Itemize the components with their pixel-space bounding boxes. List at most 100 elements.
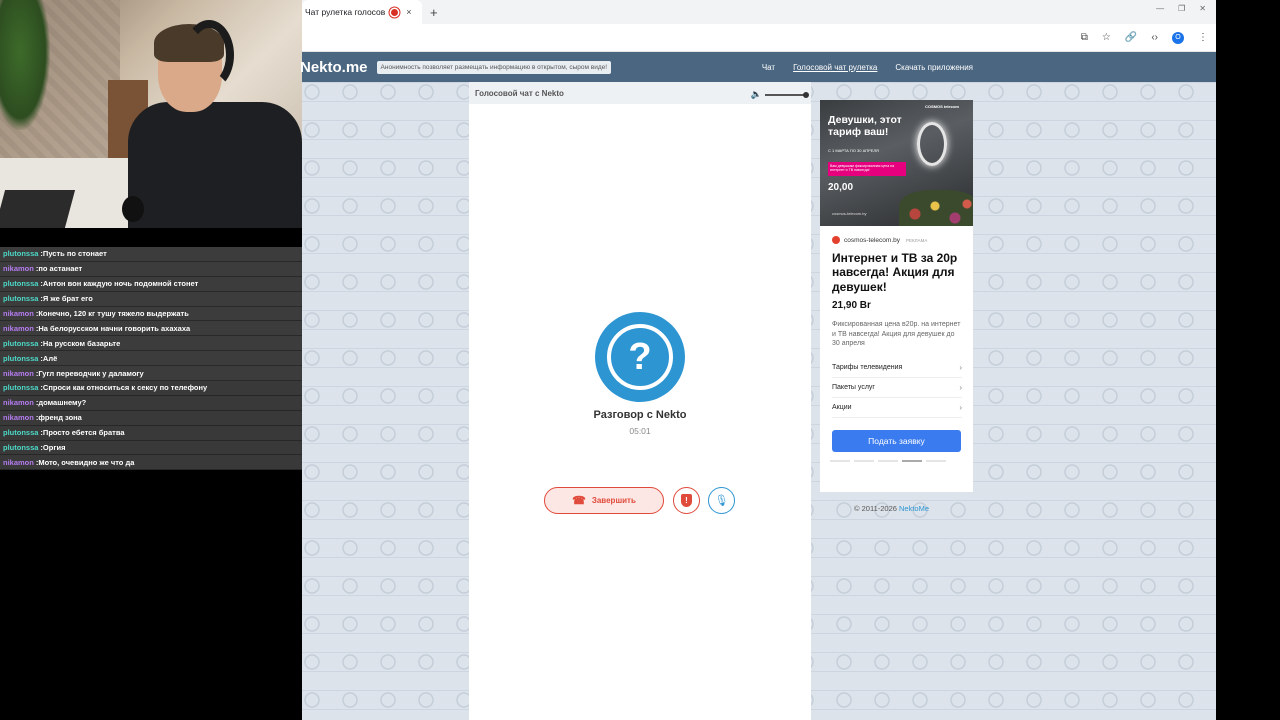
ad-source-domain: cosmos-telecom.by — [844, 236, 900, 244]
chat-username: nikamon — [3, 368, 34, 378]
question-mark-icon: ? — [607, 324, 673, 390]
chat-message: nikamon: Конечно, 120 кг тушу тяжело выд… — [0, 306, 302, 322]
menu-kebab-icon[interactable]: ⋮ — [1198, 32, 1208, 43]
ad-price: 21,90 Br — [832, 300, 871, 312]
infinity-ring-graphic — [917, 122, 947, 166]
chat-username: plutonssa — [3, 353, 39, 363]
chat-text: Пусть по стонает — [42, 249, 107, 259]
stream-chat: plutonssa: Пусть по стонает nikamon: по а… — [0, 247, 302, 471]
panel-header: Голосовой чат с Nekto 🔈 — [469, 82, 811, 104]
ad-source-logo-icon — [832, 236, 840, 244]
ad-image-pink-banner: Вам девушкам фиксированная цена на интер… — [828, 162, 906, 176]
chat-username: nikamon — [3, 457, 34, 467]
share-link-icon[interactable]: 🔗 — [1125, 32, 1137, 43]
chat-text: На белорусском начни говорить ахахаха — [38, 323, 191, 333]
ad-description: Фиксированная цена в20р. на интернет и Т… — [832, 321, 961, 348]
ad-submit-button[interactable]: Подать заявку — [832, 430, 961, 453]
tab-close-icon[interactable]: × — [406, 7, 411, 17]
volume-control[interactable]: 🔈 — [751, 89, 809, 100]
chat-username: plutonssa — [3, 294, 39, 304]
chat-text: Антон вон каждую ночь подомной стонет — [42, 279, 199, 289]
address-bar: ⧉ ☆ 🔗 ‹› O ⋮ — [302, 24, 1216, 52]
chat-text: Конечно, 120 кг тушу тяжело выдержать — [38, 309, 189, 318]
chevron-right-icon: › — [959, 383, 962, 393]
bookmark-star-icon[interactable]: ☆ — [1102, 32, 1111, 43]
chat-username: plutonssa — [3, 279, 39, 289]
ad-link-tv[interactable]: Тарифы телевидения › — [832, 358, 962, 379]
chat-message: plutonssa: На русском базарьте — [0, 336, 302, 352]
chat-text: Оргия — [42, 443, 66, 453]
devtools-icon[interactable]: ‹› — [1151, 32, 1158, 43]
hangup-icon: ☎ — [572, 495, 586, 507]
call-title: Разговор с Nekto — [593, 409, 687, 421]
chat-message: nikamon: френд зона — [0, 410, 302, 426]
streamer — [128, 20, 302, 228]
end-call-button[interactable]: ☎ Завершить — [544, 487, 664, 514]
chat-message: nikamon: На белорусском начни говорить а… — [0, 321, 302, 337]
ad-image[interactable]: COSMOS telecom Девушки, этот тариф ваш! … — [820, 100, 973, 226]
ad-title[interactable]: Интернет и ТВ за 20р навсегда! Акция для… — [832, 251, 967, 294]
shield-icon: ! — [681, 494, 692, 507]
copyright-text: © 2011-2026 — [854, 504, 897, 513]
ad-link-packages[interactable]: Пакеты услуг › — [832, 378, 962, 399]
call-timer: 05:01 — [629, 426, 651, 436]
chat-message: plutonssa: Просто ебется братва — [0, 425, 302, 441]
maximize-button[interactable]: ❐ — [1178, 4, 1185, 13]
chat-text: домашнему? — [38, 398, 87, 408]
ad-image-site: cosmos-telecom.by — [832, 211, 867, 216]
mouse — [122, 196, 144, 222]
chat-message: nikamon: по астанает — [0, 261, 302, 277]
profile-avatar[interactable]: O — [1172, 31, 1184, 44]
install-app-icon[interactable]: ⧉ — [1081, 32, 1088, 43]
chat-username: plutonssa — [3, 338, 39, 348]
chat-message: plutonssa: Алё — [0, 351, 302, 367]
chat-text: Я же брат его — [42, 294, 93, 304]
carousel-dot[interactable] — [926, 460, 946, 463]
carousel-dot[interactable] — [878, 460, 898, 463]
nav-download-apps[interactable]: Скачать приложения — [895, 63, 973, 72]
ad-link-label: Тарифы телевидения — [832, 364, 903, 372]
site-header: Nekto.me Анонимность позволяет размещать… — [300, 52, 1216, 82]
chevron-right-icon: › — [959, 363, 962, 373]
tab-active[interactable]: Чат рулетка голосов × — [302, 0, 422, 24]
chat-text: по астанает — [38, 264, 83, 274]
nav-chat[interactable]: Чат — [762, 63, 775, 72]
close-window-button[interactable]: ✕ — [1199, 4, 1206, 13]
carousel-dot[interactable] — [830, 460, 850, 463]
site-logo[interactable]: Nekto.me — [300, 59, 368, 76]
flowers-graphic — [899, 190, 973, 226]
chat-message: plutonssa: Я же брат его — [0, 291, 302, 307]
chat-username: nikamon — [3, 309, 34, 318]
ad-source[interactable]: cosmos-telecom.by РЕКЛАМА — [832, 236, 973, 244]
ad-carousel-dots — [830, 460, 973, 463]
chat-text: френд зона — [38, 413, 82, 423]
speaker-icon[interactable]: 🔈 — [751, 89, 762, 100]
chat-message: plutonssa: Пусть по стонает — [0, 247, 302, 262]
footer-copyright: © 2011-2026 NektoMe — [854, 504, 929, 513]
advertisement[interactable]: COSMOS telecom Девушки, этот тариф ваш! … — [820, 100, 973, 492]
tab-title: Чат рулетка голосов — [305, 7, 386, 17]
carousel-dot-active[interactable] — [902, 460, 922, 463]
plant — [0, 0, 50, 130]
mic-button[interactable]: 🎙 — [708, 487, 735, 514]
report-button[interactable]: ! — [673, 487, 700, 514]
carousel-dot[interactable] — [854, 460, 874, 463]
ad-links: Тарифы телевидения › Пакеты услуг › Акции › — [832, 358, 962, 419]
volume-slider[interactable] — [765, 91, 809, 98]
volume-knob[interactable] — [803, 91, 809, 98]
chat-message: nikamon: Мото, очевидно же что да — [0, 455, 302, 471]
ad-image-price: 20,00 — [828, 182, 854, 193]
anonymity-notice: Анонимность позволяет размещать информац… — [376, 60, 612, 74]
keyboard — [0, 190, 76, 228]
chat-text: Гугл переводчик у даламогу — [38, 368, 144, 378]
site-nav: Чат Голосовой чат рулетка Скачать прилож… — [762, 52, 973, 82]
nav-voice-roulette[interactable]: Голосовой чат рулетка — [793, 63, 877, 72]
footer-link[interactable]: NektoMe — [899, 504, 929, 513]
ad-image-headline: Девушки, этот тариф ваш! — [828, 114, 902, 139]
panel-title: Голосовой чат с Nekto — [475, 88, 564, 98]
chat-username: nikamon — [3, 398, 34, 408]
ad-link-promos[interactable]: Акции › — [832, 398, 962, 419]
minimize-button[interactable]: — — [1156, 4, 1164, 13]
new-tab-button[interactable]: + — [430, 5, 438, 20]
chat-message: plutonssa: Антон вон каждую ночь подомно… — [0, 276, 302, 292]
